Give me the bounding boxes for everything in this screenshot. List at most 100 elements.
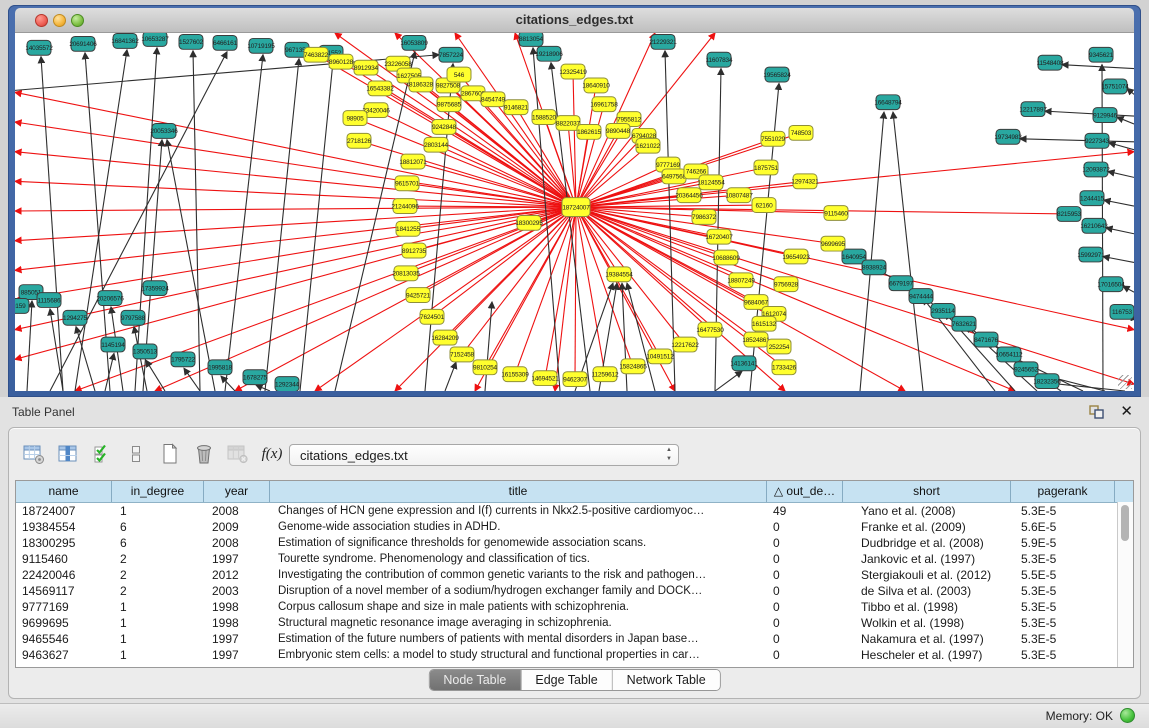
graph-node[interactable]: 252254 (767, 339, 791, 354)
graph-node[interactable]: 10654112 (996, 347, 1023, 362)
graph-node[interactable]: 18807249 (727, 273, 755, 288)
graph-node[interactable]: 7632621 (952, 316, 977, 331)
table-mode-icon[interactable] (21, 441, 47, 467)
graph-node[interactable]: 18812071 (399, 154, 427, 169)
graph-node[interactable]: 9129946 (1093, 108, 1118, 123)
graph-node[interactable]: 1527602 (179, 34, 204, 49)
graph-node[interactable]: 9227343 (1085, 133, 1110, 148)
graph-edge[interactable] (355, 118, 576, 207)
graph-node[interactable]: 12217622 (671, 337, 699, 352)
graph-node[interactable]: 16961758 (590, 97, 618, 112)
graph-edge[interactable] (893, 112, 923, 391)
graph-node[interactable]: 1292344 (275, 377, 300, 391)
graph-node[interactable]: 19384554 (605, 267, 633, 282)
vertical-scrollbar[interactable] (1117, 502, 1133, 667)
graph-node[interactable]: 15824865 (619, 359, 647, 374)
graph-node[interactable]: 7624501 (420, 309, 445, 324)
graph-node[interactable]: 20813035 (392, 266, 420, 281)
window-titlebar[interactable]: citations_edges.txt (15, 8, 1134, 33)
graph-node[interactable]: 1995818 (208, 360, 233, 375)
graph-node[interactable]: 16477530 (696, 322, 724, 337)
graph-node[interactable]: 16210643 (1080, 218, 1108, 233)
table-row[interactable]: 946362711997Embryonic stem cells: a mode… (16, 647, 1133, 663)
graph-edge[interactable] (1104, 200, 1134, 206)
graph-node[interactable]: 1244415 (1080, 191, 1105, 206)
delete-table-icon[interactable] (225, 441, 251, 467)
graph-edge[interactable] (300, 62, 333, 391)
graph-node[interactable]: 14136141 (730, 356, 758, 371)
graph-edge[interactable] (445, 362, 456, 391)
graph-node[interactable]: 17016504 (1097, 277, 1125, 292)
graph-edge[interactable] (715, 371, 742, 391)
graph-node[interactable]: 9115460 (824, 206, 848, 221)
new-column-icon[interactable] (157, 441, 183, 467)
graph-node[interactable]: 18724007 (562, 198, 590, 217)
graph-node[interactable]: 11259612 (592, 367, 619, 382)
graph-node[interactable]: 16841362 (111, 33, 139, 48)
graph-node[interactable]: 12325419 (559, 64, 587, 79)
table-row[interactable]: 946554611997Estimation of the future num… (16, 631, 1133, 647)
graph-node[interactable]: 15751074 (1101, 79, 1129, 94)
graph-node[interactable]: 8912735 (402, 243, 427, 258)
graph-node[interactable]: 9810254 (473, 360, 498, 375)
graph-node[interactable]: 7152458 (450, 347, 475, 362)
graph-node[interactable]: 1875751 (754, 160, 779, 175)
graph-node[interactable]: 8471676 (974, 332, 999, 347)
graph-node[interactable]: 10688609 (712, 250, 740, 265)
graph-edge[interactable] (575, 207, 576, 379)
graph-edge[interactable] (1108, 171, 1134, 177)
graph-node[interactable]: 546 (447, 67, 471, 82)
graph-node[interactable]: 9245652 (1014, 362, 1039, 377)
graph-node[interactable]: 2803144 (424, 137, 449, 152)
select-all-rows-icon[interactable] (89, 441, 115, 467)
graph-node[interactable]: 1145194 (101, 337, 125, 352)
graph-edge[interactable] (15, 207, 576, 211)
graph-node[interactable]: 1588520 (532, 110, 557, 125)
table-selector-dropdown[interactable]: citations_edges.txt ▲▼ (289, 444, 679, 466)
graph-edge[interactable] (221, 376, 235, 391)
graph-node[interactable]: 18300295 (515, 215, 543, 230)
graph-edge[interactable] (184, 368, 200, 391)
graph-edge[interactable] (135, 48, 157, 391)
graph-node[interactable]: 1678275 (243, 370, 268, 385)
graph-node[interactable]: 1795722 (171, 352, 196, 367)
tab-node-table[interactable]: Node Table (429, 670, 521, 690)
graph-edge[interactable] (576, 33, 655, 207)
graph-node[interactable]: 10653287 (141, 33, 169, 46)
graph-edge[interactable] (315, 207, 576, 391)
graph-edge[interactable] (27, 301, 32, 391)
clear-selection-icon[interactable] (123, 441, 149, 467)
graph-node[interactable]: 9146821 (504, 100, 529, 115)
graph-node[interactable]: 9890448 (606, 123, 631, 138)
graph-node[interactable]: 9425721 (406, 288, 431, 303)
column-header-name[interactable]: name (16, 481, 112, 502)
graph-node[interactable]: 9756928 (774, 277, 799, 292)
graph-node[interactable]: 8215953 (1057, 207, 1082, 222)
memory-status-indicator[interactable] (1120, 708, 1135, 723)
graph-edge[interactable] (76, 327, 95, 391)
graph-node[interactable]: 9875685 (437, 97, 462, 112)
graph-node[interactable]: 9242848 (432, 120, 457, 135)
graph-edge[interactable] (576, 33, 715, 207)
graph-node[interactable]: 11607834 (706, 52, 733, 67)
float-panel-icon[interactable] (1089, 405, 1105, 420)
graph-node[interactable]: 9474444 (909, 289, 934, 304)
graph-node[interactable]: 19218906 (535, 46, 563, 61)
graph-edge[interactable] (15, 92, 576, 207)
column-header-out-de-[interactable]: △ out_de… (767, 481, 843, 502)
graph-edge[interactable] (41, 57, 63, 391)
graph-node[interactable]: 1862615 (577, 124, 602, 139)
table-row[interactable]: 1938455462009Genome-wide association stu… (16, 519, 1133, 535)
graph-node[interactable]: 8186328 (409, 77, 434, 92)
tab-edge-table[interactable]: Edge Table (521, 670, 612, 690)
graph-node[interactable]: 7857224 (439, 47, 464, 62)
graph-node[interactable]: 1733426 (772, 360, 797, 375)
column-header-year[interactable]: year (204, 481, 270, 502)
graph-node[interactable]: 21244096 (391, 199, 419, 214)
table-row[interactable]: 1830029562008Estimation of significance … (16, 535, 1133, 551)
graph-node[interactable]: 18232356 (1033, 374, 1061, 389)
graph-node[interactable]: 16720407 (705, 229, 733, 244)
graph-node[interactable]: 98905 (343, 111, 367, 126)
graph-node[interactable]: 20206576 (96, 291, 124, 306)
graph-node[interactable]: 14694521 (531, 371, 559, 386)
